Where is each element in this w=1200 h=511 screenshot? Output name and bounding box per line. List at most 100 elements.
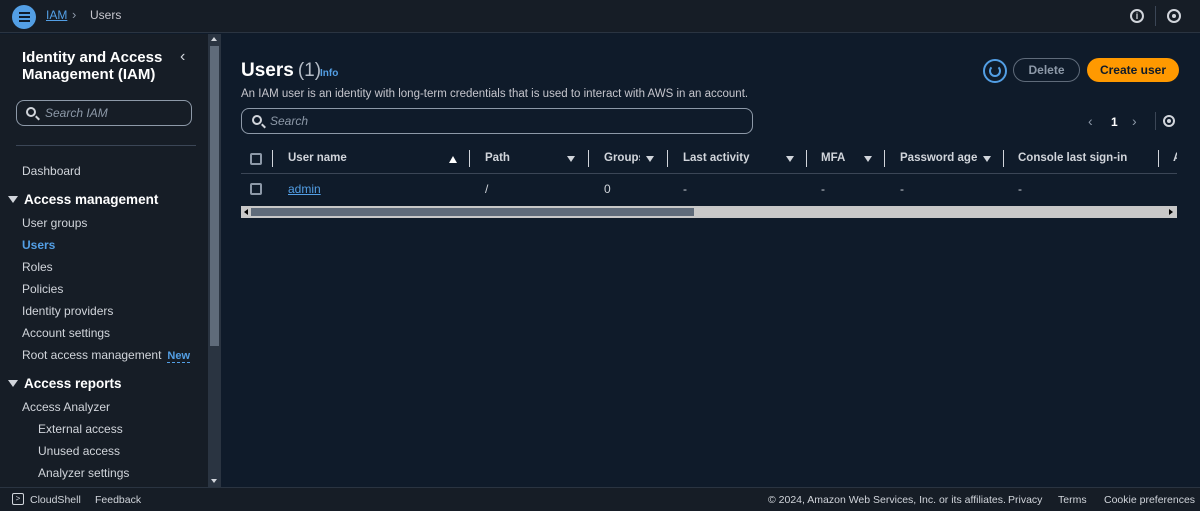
sidebar-search-input[interactable] — [45, 105, 185, 121]
users-table: User name Path Groups Last activity MFA … — [241, 146, 1177, 208]
sidebar-item-access-analyzer[interactable]: Access Analyzer — [22, 400, 110, 414]
page-title: Users (1) — [241, 60, 321, 82]
column-header-mfa[interactable]: MFA — [821, 152, 845, 164]
sort-icon[interactable] — [983, 156, 991, 162]
previous-page-icon[interactable]: ‹ — [1088, 113, 1093, 129]
sort-ascending-icon[interactable] — [449, 156, 457, 163]
column-header-next: A — [1173, 152, 1177, 164]
sidebar-item-external-access[interactable]: External access — [38, 422, 123, 436]
search-icon — [252, 115, 262, 125]
sort-icon[interactable] — [864, 156, 872, 162]
section-label: Access reports — [24, 376, 122, 391]
users-search-input[interactable] — [270, 113, 740, 129]
divider — [1155, 6, 1156, 26]
column-separator[interactable] — [1158, 150, 1159, 167]
caret-down-icon — [8, 380, 18, 387]
sidebar-title: Identity and Access Management (IAM) — [22, 49, 163, 83]
caret-down-icon — [8, 196, 18, 203]
sidebar-item-unused-access[interactable]: Unused access — [38, 444, 120, 458]
column-separator[interactable] — [667, 150, 668, 167]
sidebar-item-identity-providers[interactable]: Identity providers — [22, 304, 113, 318]
cell-console-last-sign-in: - — [1018, 182, 1022, 196]
page-number[interactable]: 1 — [1111, 115, 1118, 129]
column-separator[interactable] — [469, 150, 470, 167]
search-icon — [26, 107, 36, 117]
column-separator — [272, 150, 273, 167]
top-navigation-bar: IAM › Users i — [0, 0, 1200, 33]
column-separator[interactable] — [1003, 150, 1004, 167]
column-header-last-activity[interactable]: Last activity — [683, 152, 749, 164]
sort-icon[interactable] — [567, 156, 575, 162]
sidebar-item-dashboard[interactable]: Dashboard — [22, 164, 81, 178]
user-count: (1) — [297, 60, 322, 81]
sidebar-section-access-management[interactable]: Access management — [8, 192, 158, 207]
scroll-up-icon[interactable] — [211, 37, 217, 41]
sidebar-item-roles[interactable]: Roles — [22, 260, 53, 274]
column-header-user-name[interactable]: User name — [288, 152, 347, 164]
sidebar-item-analyzer-settings[interactable]: Analyzer settings — [38, 466, 129, 480]
sidebar: Identity and Access Management (IAM) ‹ D… — [0, 34, 208, 487]
sort-icon[interactable] — [786, 156, 794, 162]
cell-groups: 0 — [604, 182, 611, 196]
refresh-button[interactable] — [983, 59, 1007, 83]
column-header-groups[interactable]: Groups — [604, 152, 640, 164]
sidebar-item-label: Root access management — [22, 348, 162, 362]
privacy-link[interactable]: Privacy — [1008, 494, 1042, 506]
page-title-text: Users — [241, 60, 294, 81]
table-row: admin / 0 - - - - — [241, 175, 1177, 205]
sidebar-scrollbar[interactable] — [208, 34, 221, 487]
cloudshell-icon[interactable]: > — [12, 493, 24, 505]
select-all-checkbox[interactable] — [250, 153, 262, 165]
info-link[interactable]: Info — [320, 68, 338, 79]
users-search — [241, 108, 753, 134]
column-separator[interactable] — [806, 150, 807, 167]
collapse-sidebar-icon[interactable]: ‹ — [180, 48, 185, 66]
delete-button[interactable]: Delete — [1013, 58, 1080, 82]
scroll-down-icon[interactable] — [211, 479, 217, 483]
terms-link[interactable]: Terms — [1058, 494, 1087, 506]
info-icon[interactable]: i — [1130, 9, 1144, 23]
copyright-text: © 2024, Amazon Web Services, Inc. or its… — [768, 494, 1006, 506]
section-label: Access management — [24, 192, 159, 207]
table-horizontal-scrollbar[interactable] — [241, 206, 1177, 218]
footer: > CloudShell Feedback © 2024, Amazon Web… — [0, 487, 1200, 511]
breadcrumb-iam[interactable]: IAM — [46, 8, 67, 22]
divider — [1155, 112, 1156, 130]
cell-mfa: - — [821, 182, 825, 196]
sidebar-section-access-reports[interactable]: Access reports — [8, 376, 122, 391]
column-header-console-last-sign-in[interactable]: Console last sign-in — [1018, 152, 1127, 164]
cell-path: / — [485, 182, 489, 196]
column-separator[interactable] — [588, 150, 589, 167]
user-name-link[interactable]: admin — [288, 182, 321, 196]
cell-last-activity: - — [683, 182, 687, 196]
sidebar-item-root-access-management[interactable]: Root access management New — [22, 348, 191, 363]
sidebar-item-users[interactable]: Users — [22, 238, 55, 252]
breadcrumb-users: Users — [90, 8, 122, 22]
scroll-right-icon[interactable] — [1169, 209, 1173, 215]
scroll-left-icon[interactable] — [244, 209, 248, 215]
table-preferences-icon[interactable] — [1163, 115, 1175, 127]
divider — [16, 145, 196, 146]
cloudshell-link[interactable]: CloudShell — [30, 494, 81, 506]
scrollbar-thumb[interactable] — [210, 46, 219, 346]
cell-password-age: - — [900, 182, 904, 196]
column-separator[interactable] — [884, 150, 885, 167]
sort-icon[interactable] — [646, 156, 654, 162]
menu-icon[interactable] — [12, 5, 36, 29]
create-user-button[interactable]: Create user — [1087, 58, 1179, 82]
cookie-preferences-link[interactable]: Cookie preferences — [1104, 494, 1195, 506]
row-checkbox[interactable] — [250, 183, 262, 195]
page-description: An IAM user is an identity with long-ter… — [241, 88, 749, 100]
scrollbar-thumb[interactable] — [251, 208, 694, 216]
main-content: Users (1) Info An IAM user is an identity… — [222, 34, 1200, 487]
settings-icon[interactable] — [1167, 9, 1181, 23]
sidebar-item-user-groups[interactable]: User groups — [22, 216, 87, 230]
sidebar-search — [16, 100, 192, 126]
column-header-password-age[interactable]: Password age — [900, 152, 977, 164]
next-page-icon[interactable]: › — [1132, 113, 1137, 129]
table-header: User name Path Groups Last activity MFA … — [241, 146, 1177, 174]
sidebar-item-account-settings[interactable]: Account settings — [22, 326, 110, 340]
feedback-link[interactable]: Feedback — [95, 494, 141, 506]
sidebar-item-policies[interactable]: Policies — [22, 282, 63, 296]
column-header-path[interactable]: Path — [485, 152, 510, 164]
